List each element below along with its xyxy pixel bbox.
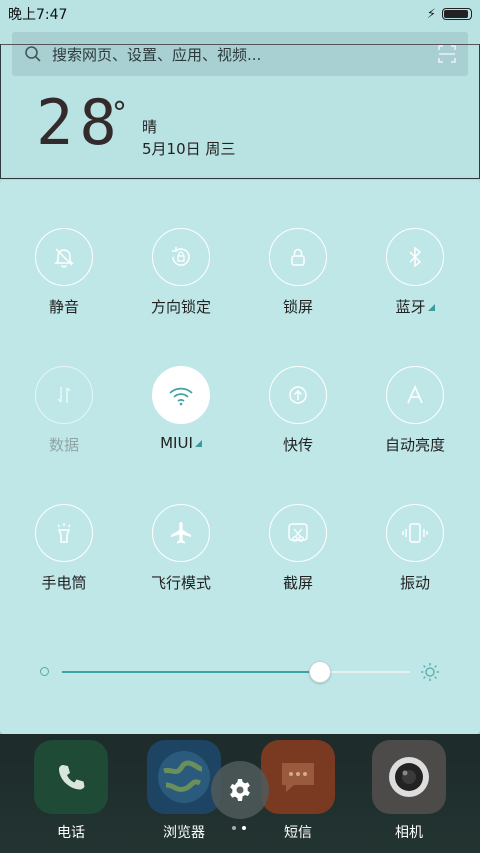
- flashlight-icon: [35, 504, 93, 562]
- mobile-data-icon: [35, 366, 93, 424]
- screenshot-icon: [269, 504, 327, 562]
- auto-brightness-icon: [386, 366, 444, 424]
- lock-icon: [269, 228, 327, 286]
- expand-indicator-icon: [194, 440, 202, 447]
- temperature: 28: [36, 86, 123, 159]
- brightness-slider[interactable]: [40, 661, 440, 683]
- toggle-label: 数据: [48, 436, 79, 454]
- toggle-bluetooth[interactable]: 蓝牙: [365, 228, 465, 317]
- weather-condition: 晴: [142, 118, 158, 136]
- settings-button[interactable]: [211, 761, 269, 819]
- toggle-label: 手电筒: [41, 574, 87, 592]
- bell-off-icon: [35, 228, 93, 286]
- vibrate-icon: [386, 504, 444, 562]
- toggle-label: 快传: [282, 436, 313, 454]
- page-dot-active: [242, 826, 246, 830]
- message-icon: [261, 740, 335, 814]
- expand-indicator-icon: [427, 304, 435, 311]
- dock-app-phone[interactable]: 电话: [21, 740, 121, 842]
- toggle-lock-screen[interactable]: 锁屏: [248, 228, 348, 317]
- brightness-low-icon: [40, 667, 49, 676]
- brightness-track-fill: [62, 671, 320, 673]
- page-dot: [232, 826, 236, 830]
- toggle-screenshot[interactable]: 截屏: [248, 504, 348, 593]
- airplane-icon: [152, 504, 210, 562]
- charging-icon: ⚡: [426, 6, 436, 22]
- brightness-track[interactable]: [62, 661, 410, 683]
- status-bar: 晚上7:47 ⚡: [0, 0, 480, 28]
- toggle-flashlight[interactable]: 手电筒: [14, 504, 114, 593]
- rotation-lock-icon: [152, 228, 210, 286]
- dock-label: 电话: [57, 825, 85, 841]
- toggle-label: 振动: [399, 574, 430, 592]
- camera-icon: [372, 740, 446, 814]
- toggle-label: 方向锁定: [150, 298, 211, 316]
- globe-icon: [147, 740, 221, 814]
- bluetooth-icon: [386, 228, 444, 286]
- toggle-mobile-data[interactable]: 数据: [14, 366, 114, 455]
- weather-date: 5月10日 周三: [142, 140, 236, 158]
- gear-icon: [230, 779, 250, 801]
- dock-label: 相机: [395, 825, 423, 841]
- toggle-quick-transfer[interactable]: 快传: [248, 366, 348, 455]
- toggle-label: 截屏: [282, 574, 313, 592]
- status-time: 晚上7:47: [8, 7, 68, 23]
- toggle-label: 蓝牙: [395, 296, 435, 317]
- brightness-thumb[interactable]: [309, 661, 331, 683]
- toggle-auto-brightness[interactable]: 自动亮度: [365, 366, 465, 455]
- degree-symbol: °: [112, 96, 127, 131]
- page-indicator: [232, 826, 246, 830]
- toggle-vibrate[interactable]: 振动: [365, 504, 465, 593]
- toggle-silent[interactable]: 静音: [14, 228, 114, 317]
- wifi-icon: [152, 366, 210, 424]
- toggle-label: 静音: [48, 298, 79, 316]
- toggle-wifi[interactable]: MIUI: [131, 366, 231, 452]
- dock-app-camera[interactable]: 相机: [359, 740, 459, 842]
- phone-icon: [34, 740, 108, 814]
- quick-transfer-icon: [269, 366, 327, 424]
- dock-label: 浏览器: [163, 825, 205, 841]
- toggle-label: 飞行模式: [150, 574, 211, 592]
- brightness-high-icon: [421, 663, 439, 681]
- dock-label: 短信: [284, 825, 312, 841]
- battery-icon: [442, 8, 472, 20]
- toggle-rotation-lock[interactable]: 方向锁定: [131, 228, 231, 317]
- toggle-label: 锁屏: [282, 298, 313, 316]
- control-panel: 静音 方向锁定 锁屏 蓝牙 数据 MIUI 快传 自动亮度 手电筒 飞行模式 截…: [0, 180, 480, 734]
- toggle-airplane[interactable]: 飞行模式: [131, 504, 231, 593]
- toggle-label: MIUI: [160, 434, 202, 452]
- status-icons: ⚡: [427, 7, 472, 22]
- toggle-label: 自动亮度: [384, 436, 445, 454]
